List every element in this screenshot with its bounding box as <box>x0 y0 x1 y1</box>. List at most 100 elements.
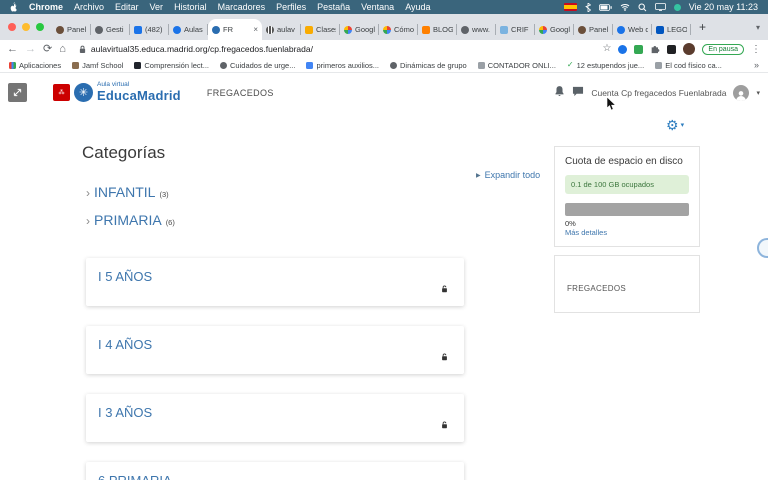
tab-gestion[interactable]: Gesti <box>91 19 130 40</box>
floating-edge-widget-button[interactable] <box>757 238 768 258</box>
menubar-item-ventana[interactable]: Ventana <box>361 2 394 12</box>
menubar-item-historial[interactable]: Historial <box>174 2 207 12</box>
tab-web[interactable]: Web d <box>613 19 652 40</box>
bookmark-jamf-school[interactable]: Jamf School <box>72 61 123 70</box>
triangle-icon: ▶ <box>476 172 481 179</box>
home-button[interactable]: ⌂ <box>59 43 66 55</box>
reload-button[interactable]: ⟳ <box>43 43 52 55</box>
account-dropdown-caret-icon[interactable]: ▾ <box>756 89 760 97</box>
tab-crif[interactable]: CRIF <box>496 19 535 40</box>
comunidad-madrid-logo: ⁂ <box>53 84 70 101</box>
back-button[interactable]: ← <box>7 43 18 55</box>
profile-paused-badge[interactable]: En pausa <box>702 43 744 55</box>
tab-google-1[interactable]: Googl <box>340 19 379 40</box>
tab-aulavirtual[interactable]: aulav <box>262 19 301 40</box>
expand-all-link[interactable]: ▶ Expandir todo <box>476 170 540 180</box>
fullscreen-window-button[interactable] <box>36 23 44 31</box>
bookmark-comprension[interactable]: Comprensión lect... <box>134 61 209 70</box>
tab-lego[interactable]: LEGO <box>652 19 691 40</box>
tab-search-chevron-icon[interactable]: ▾ <box>756 14 760 40</box>
tab-como[interactable]: Cómo <box>379 19 418 40</box>
menubar-item-ver[interactable]: Ver <box>150 2 164 12</box>
account-name[interactable]: Cuenta Cp fregacedos Fuenlabrada <box>591 88 726 98</box>
tab-favicon-google <box>539 25 547 34</box>
close-window-button[interactable] <box>8 23 16 31</box>
menubar-item-chrome[interactable]: Chrome <box>29 2 63 12</box>
disk-quota-badge: 0.1 de 100 GB ocupados <box>565 175 689 194</box>
bookmark-aplicaciones[interactable]: Aplicaciones <box>9 61 61 70</box>
browser-toolbar: ← → ⟳ ⌂ aulavirtual35.educa.madrid.org/c… <box>0 40 768 58</box>
extension-green-icon[interactable] <box>634 44 644 54</box>
bookmark-cuidados[interactable]: Cuidados de urge... <box>220 61 295 70</box>
bookmark-star-icon[interactable]: ☆ <box>602 44 611 54</box>
menubar-item-pestana[interactable]: Pestaña <box>317 2 350 12</box>
jamf-icon <box>72 61 80 69</box>
tab-panel-2[interactable]: Panel <box>574 19 613 40</box>
disk-quota-card: Cuota de espacio en disco 0.1 de 100 GB … <box>554 146 700 247</box>
chevron-right-icon[interactable]: › <box>86 186 90 200</box>
address-bar[interactable]: aulavirtual35.educa.madrid.org/cp.fregac… <box>72 42 596 56</box>
tab-mail[interactable]: (482) <box>130 19 169 40</box>
wifi-icon[interactable] <box>620 3 630 11</box>
menubar-clock[interactable]: Vie 20 may 11:23 <box>689 2 758 12</box>
tab-google-2[interactable]: Googl <box>535 19 574 40</box>
bookmark-12-estupendos[interactable]: ✓ 12 estupendos jue... <box>566 61 644 70</box>
menubar-item-perfiles[interactable]: Perfiles <box>276 2 306 12</box>
course-card-6primaria[interactable]: 6 PRIMARIA <box>86 462 464 480</box>
notifications-bell-icon[interactable] <box>554 84 565 102</box>
tab-clases[interactable]: Clases <box>301 19 340 40</box>
settings-gear-menu[interactable]: ⚙ ▾ <box>666 118 684 132</box>
site-nav-card: FREGACEDOS <box>554 255 700 313</box>
extension-blue-icon[interactable] <box>618 44 628 54</box>
display-control-icon[interactable] <box>654 3 666 11</box>
keyboard-layout-flag-icon[interactable] <box>563 3 577 11</box>
site-header: ⁂ ✳ Aula virtual EducaMadrid FREGACEDOS … <box>0 74 768 111</box>
menubar-item-marcadores[interactable]: Marcadores <box>218 2 266 12</box>
https-padlock-icon[interactable] <box>79 45 86 54</box>
category-primaria[interactable]: › PRIMARIA (6) <box>86 212 175 228</box>
tab-close-icon[interactable]: × <box>253 25 258 34</box>
chevron-right-icon[interactable]: › <box>86 214 90 228</box>
apps-grid-icon <box>9 61 16 69</box>
site-nav-title[interactable]: FREGACEDOS <box>567 284 687 293</box>
disk-quota-details-link[interactable]: Más detalles <box>565 228 689 237</box>
tab-favicon-lego <box>656 25 664 34</box>
apple-logo-icon[interactable] <box>10 2 18 12</box>
tab-aulas[interactable]: Aulas <box>169 19 208 40</box>
spotlight-search-icon[interactable] <box>638 3 647 12</box>
menubar-status-dot-icon[interactable] <box>673 3 681 11</box>
user-avatar[interactable] <box>733 84 750 101</box>
battery-icon[interactable] <box>598 3 612 11</box>
tab-www[interactable]: www. <box>457 19 496 40</box>
educamadrid-logo-link[interactable]: Aula virtual EducaMadrid <box>97 81 181 102</box>
bookmark-primeros-auxilios[interactable]: primeros auxilios... <box>306 61 379 70</box>
tab-favicon-globe <box>461 25 469 34</box>
extensions-puzzle-icon[interactable] <box>650 44 660 54</box>
forward-button[interactable]: → <box>25 43 36 55</box>
course-card-i4[interactable]: I 4 AÑOS <box>86 326 464 374</box>
mouse-cursor <box>606 96 617 116</box>
expand-drawer-button[interactable] <box>8 83 27 102</box>
bookmark-el-cod-fisico[interactable]: El cod físico ca... <box>655 61 722 70</box>
category-infantil[interactable]: › INFANTIL (3) <box>86 184 169 200</box>
tab-favicon-globe <box>95 25 103 34</box>
tab-favicon-mail <box>134 25 142 34</box>
bluetooth-icon[interactable] <box>584 2 591 12</box>
extension-dark-icon[interactable] <box>667 44 677 54</box>
menubar-item-archivo[interactable]: Archivo <box>74 2 104 12</box>
bookmark-contador[interactable]: CONTADOR ONLI... <box>477 61 556 70</box>
course-card-i3[interactable]: I 3 AÑOS <box>86 394 464 442</box>
chrome-menu-icon[interactable]: ⋮ <box>751 44 761 55</box>
tab-panel[interactable]: Panel <box>52 19 91 40</box>
course-card-i5[interactable]: I 5 AÑOS <box>86 258 464 306</box>
profile-avatar[interactable] <box>683 43 696 55</box>
new-tab-button[interactable]: + <box>691 14 714 40</box>
menubar-item-editar[interactable]: Editar <box>115 2 139 12</box>
messages-bubble-icon[interactable] <box>572 84 584 102</box>
minimize-window-button[interactable] <box>22 23 30 31</box>
tab-fregacedos-active[interactable]: FR × <box>208 19 262 40</box>
tab-blog[interactable]: BLOG <box>418 19 457 40</box>
bookmarks-overflow-chevron-icon[interactable]: » <box>754 60 759 70</box>
menubar-item-ayuda[interactable]: Ayuda <box>405 2 430 12</box>
bookmark-dinamicas[interactable]: Dinámicas de grupo <box>390 61 467 70</box>
